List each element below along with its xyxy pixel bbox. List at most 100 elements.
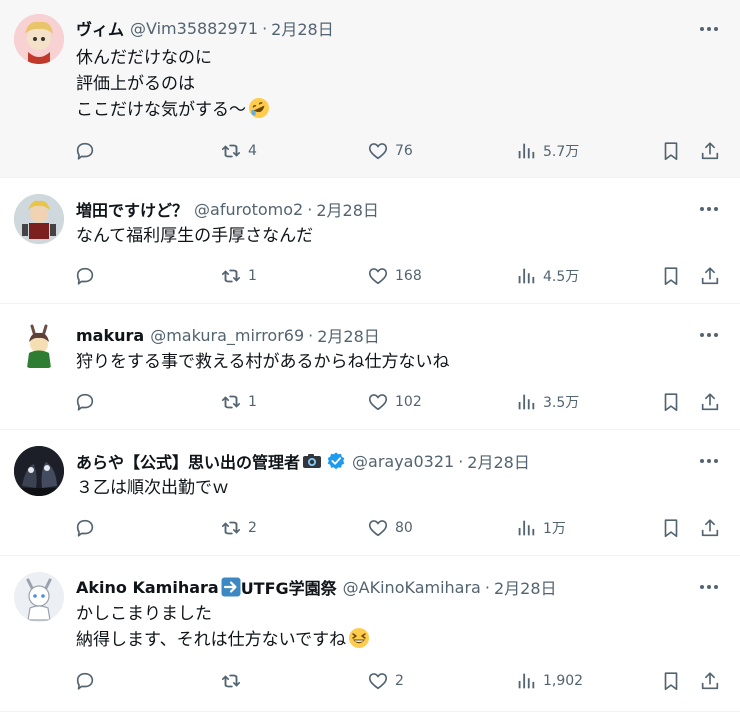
more-options-icon[interactable] (698, 18, 720, 40)
retweet-count: 1 (248, 394, 257, 410)
tweet-text-content: かしこまりました 納得します、それは仕方ないですね (76, 604, 347, 650)
like-button[interactable]: 2 (367, 670, 404, 692)
retweet-icon (221, 269, 241, 283)
bookmark-button[interactable] (660, 391, 682, 413)
views-button[interactable]: 3.5万 (515, 391, 579, 413)
view-count: 3.5万 (543, 395, 580, 411)
tweet-date[interactable]: 2月28日 (494, 575, 557, 599)
bookmark-button[interactable] (660, 670, 682, 692)
tweet-actions: 1 168 4.5万 (0, 265, 740, 289)
camera-icon (303, 454, 322, 468)
display-name[interactable]: あらや【公式】思い出の管理者 (76, 449, 300, 473)
like-button[interactable]: 80 (367, 517, 413, 539)
bookmark-icon (664, 393, 678, 412)
avatar[interactable] (14, 194, 64, 244)
more-options-icon[interactable] (698, 198, 720, 220)
views-button[interactable]: 1,902 (515, 670, 583, 692)
views-chart-icon (518, 268, 535, 284)
tweet-actions: 1 102 3.5万 (0, 391, 740, 415)
reply-button[interactable] (74, 517, 102, 539)
user-handle[interactable]: @afurotomo2 (194, 200, 303, 219)
avatar[interactable] (14, 14, 64, 64)
retweet-button[interactable]: 1 (220, 391, 257, 413)
display-name[interactable]: 増田ですけど？ (76, 197, 188, 221)
share-button[interactable] (699, 140, 721, 162)
views-button[interactable]: 4.5万 (515, 265, 579, 287)
share-icon (701, 519, 719, 537)
share-button[interactable] (699, 517, 721, 539)
display-name[interactable]: ヴィム (76, 16, 124, 40)
reply-button[interactable] (74, 391, 102, 413)
retweet-icon (221, 144, 241, 158)
tweet[interactable]: Akino Kamihara UTFG学園祭 @AKinoKamihara · … (0, 556, 740, 712)
heart-icon (368, 394, 388, 411)
retweet-button[interactable]: 1 (220, 265, 257, 287)
like-count: 2 (395, 673, 404, 689)
views-chart-icon (518, 394, 535, 410)
reply-button[interactable] (74, 670, 102, 692)
tweet-text-content: なんて福利厚生の手厚さなんだ (76, 226, 314, 246)
avatar[interactable] (14, 572, 64, 622)
retweet-icon (221, 521, 241, 535)
share-button[interactable] (699, 391, 721, 413)
tweet-header: 増田ですけど？ @afurotomo2 · 2月28日 (76, 197, 379, 221)
grinning-squinting-icon (349, 628, 370, 648)
view-count: 1,902 (543, 673, 584, 689)
tweet-text: ３乙は順次出勤でｗ (76, 475, 229, 501)
user-handle[interactable]: @makura_mirror69 (150, 326, 304, 345)
avatar[interactable] (14, 320, 64, 370)
verified-badge-icon[interactable] (326, 451, 346, 471)
bookmark-button[interactable] (660, 517, 682, 539)
display-name[interactable]: makura (76, 326, 144, 345)
tweet-header: ヴィム @Vim35882971 · 2月28日 (76, 16, 334, 40)
view-count: 5.7万 (543, 144, 580, 160)
share-icon (701, 672, 719, 690)
user-handle[interactable]: @Vim35882971 (130, 19, 258, 38)
more-options-icon[interactable] (698, 324, 720, 346)
more-options-icon[interactable] (698, 450, 720, 472)
tweet-date[interactable]: 2月28日 (316, 197, 379, 221)
user-handle[interactable]: @araya0321 (352, 452, 454, 471)
share-button[interactable] (699, 265, 721, 287)
bookmark-button[interactable] (660, 265, 682, 287)
separator-dot: · (484, 577, 490, 597)
retweet-count: 4 (248, 143, 257, 159)
tweet-date[interactable]: 2月28日 (467, 449, 530, 473)
bookmark-button[interactable] (660, 140, 682, 162)
share-button[interactable] (699, 670, 721, 692)
reply-button[interactable] (74, 265, 102, 287)
view-count: 1万 (543, 521, 566, 537)
user-handle[interactable]: @AKinoKamihara (343, 578, 481, 597)
tweet-text: かしこまりました 納得します、それは仕方ないですね (76, 601, 370, 653)
heart-icon (368, 143, 388, 160)
tweet[interactable]: makura @makura_mirror69 · 2月28日 狩りをする事で救… (0, 304, 740, 430)
retweet-button[interactable]: 2 (220, 517, 257, 539)
right-arrow-icon (221, 577, 241, 597)
reply-button[interactable] (74, 140, 102, 162)
like-button[interactable]: 102 (367, 391, 422, 413)
tweet[interactable]: ヴィム @Vim35882971 · 2月28日 休んだだけなのに 評価上がるの… (0, 0, 740, 178)
like-button[interactable]: 168 (367, 265, 422, 287)
tweet[interactable]: 増田ですけど？ @afurotomo2 · 2月28日 なんて福利厚生の手厚さな… (0, 178, 740, 304)
view-count: 4.5万 (543, 269, 580, 285)
tweet-header: Akino Kamihara UTFG学園祭 @AKinoKamihara · … (76, 575, 557, 599)
tweet-actions: 2 80 1万 (0, 517, 740, 541)
share-icon (701, 393, 719, 411)
tweet-date[interactable]: 2月28日 (317, 323, 380, 347)
share-icon (701, 267, 719, 285)
bookmark-icon (664, 519, 678, 538)
views-button[interactable]: 5.7万 (515, 140, 579, 162)
display-name-suffix[interactable]: UTFG学園祭 (241, 575, 337, 599)
avatar[interactable] (14, 446, 64, 496)
retweet-count: 2 (248, 520, 257, 536)
more-options-icon[interactable] (698, 576, 720, 598)
like-button[interactable]: 76 (367, 140, 413, 162)
display-name[interactable]: Akino Kamihara (76, 578, 219, 597)
tweet-header: あらや【公式】思い出の管理者 @araya0321 · 2月28日 (76, 449, 530, 473)
tweet[interactable]: あらや【公式】思い出の管理者 @araya0321 · 2月28日 ３乙は順次出… (0, 430, 740, 556)
retweet-button[interactable]: 4 (220, 140, 257, 162)
views-button[interactable]: 1万 (515, 517, 566, 539)
reply-feed: ヴィム @Vim35882971 · 2月28日 休んだだけなのに 評価上がるの… (0, 0, 740, 712)
tweet-date[interactable]: 2月28日 (271, 16, 334, 40)
retweet-button[interactable] (220, 670, 248, 692)
